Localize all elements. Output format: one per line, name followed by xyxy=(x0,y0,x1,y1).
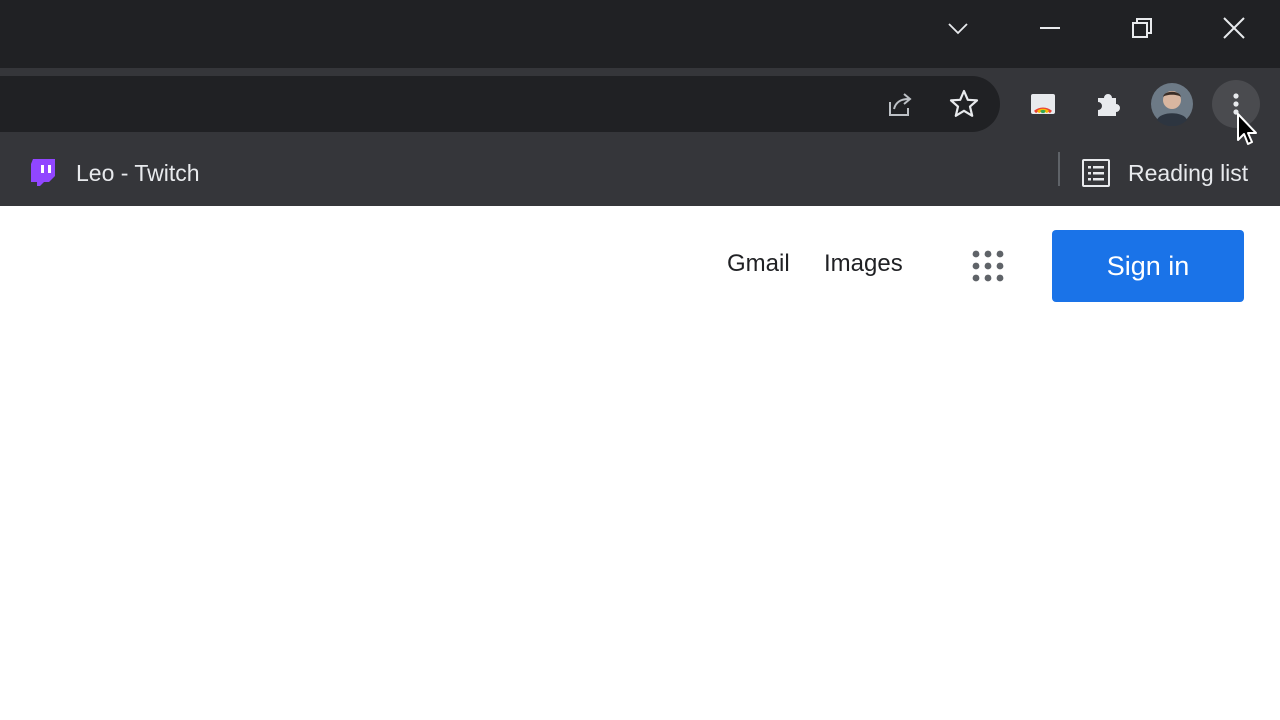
restore-icon xyxy=(1132,18,1152,38)
reading-list-icon xyxy=(1082,159,1110,187)
puzzle-icon xyxy=(1098,94,1120,116)
twitch-icon xyxy=(31,159,55,186)
avatar xyxy=(1151,83,1193,126)
kebab-menu-icon xyxy=(1233,93,1239,115)
address-bar[interactable] xyxy=(0,76,1000,132)
bookmark-star-button[interactable] xyxy=(940,80,988,128)
bookmark-item[interactable]: Leo - Twitch xyxy=(28,150,200,196)
bookmark-label: Leo - Twitch xyxy=(76,159,200,186)
google-apps-button[interactable] xyxy=(966,244,1010,288)
restore-button[interactable] xyxy=(1112,0,1172,56)
close-icon xyxy=(1223,17,1245,39)
close-button[interactable] xyxy=(1204,0,1264,56)
browser-toolbar xyxy=(0,68,1280,140)
bookmarks-divider xyxy=(1058,152,1060,186)
star-icon xyxy=(949,89,979,117)
page-content: Gmail Images Sign in xyxy=(0,206,1280,720)
share-button[interactable] xyxy=(876,80,924,128)
cast-extension-button[interactable] xyxy=(1019,80,1067,128)
minimize-icon xyxy=(1040,27,1060,29)
title-bar xyxy=(0,0,1280,68)
chrome-menu-button[interactable] xyxy=(1212,80,1260,128)
extensions-button[interactable] xyxy=(1084,80,1132,128)
chevron-down-icon xyxy=(948,23,968,35)
apps-grid-icon xyxy=(972,250,1004,282)
reading-list-button[interactable]: Reading list xyxy=(1080,150,1248,196)
gmail-link[interactable]: Gmail xyxy=(727,250,790,278)
share-icon xyxy=(889,93,912,116)
profile-button[interactable] xyxy=(1148,80,1196,128)
sign-in-button[interactable]: Sign in xyxy=(1052,230,1244,302)
tab-search-button[interactable] xyxy=(928,0,988,56)
images-link[interactable]: Images xyxy=(824,250,903,278)
minimize-button[interactable] xyxy=(1020,0,1080,56)
bookmarks-bar: Leo - Twitch Reading list xyxy=(0,140,1280,206)
reading-list-label: Reading list xyxy=(1128,159,1249,186)
cast-extension-icon xyxy=(1031,94,1055,114)
